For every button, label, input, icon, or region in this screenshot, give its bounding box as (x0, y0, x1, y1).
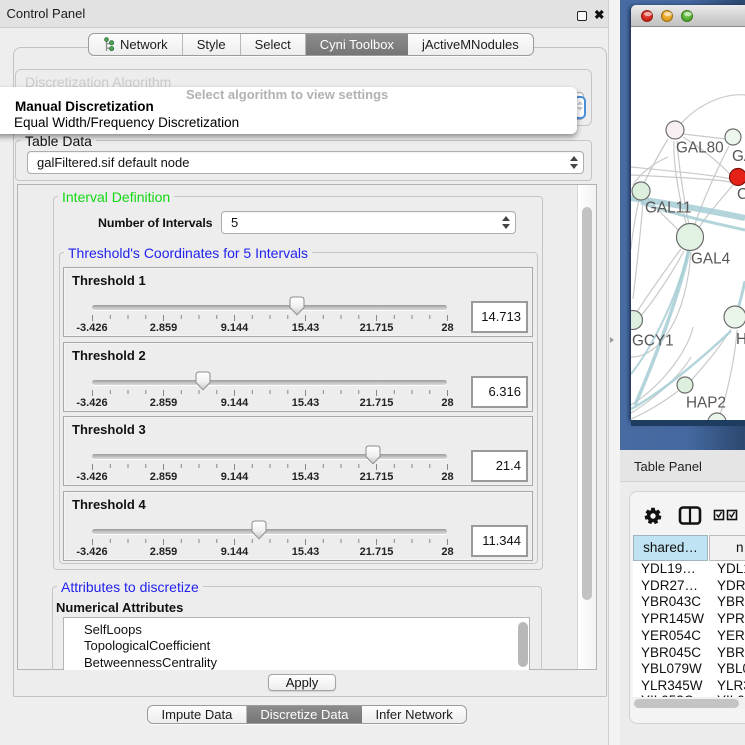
svg-text:GAL4: GAL4 (691, 251, 731, 268)
svg-text:GCY1: GCY1 (632, 333, 674, 350)
svg-text:C: C (737, 186, 745, 203)
svg-text:HAP2: HAP2 (686, 395, 726, 412)
svg-text:H: H (736, 331, 745, 348)
svg-text:GAL80: GAL80 (676, 140, 724, 157)
svg-text:GAL11: GAL11 (645, 200, 692, 217)
svg-text:GA: GA (732, 148, 745, 165)
